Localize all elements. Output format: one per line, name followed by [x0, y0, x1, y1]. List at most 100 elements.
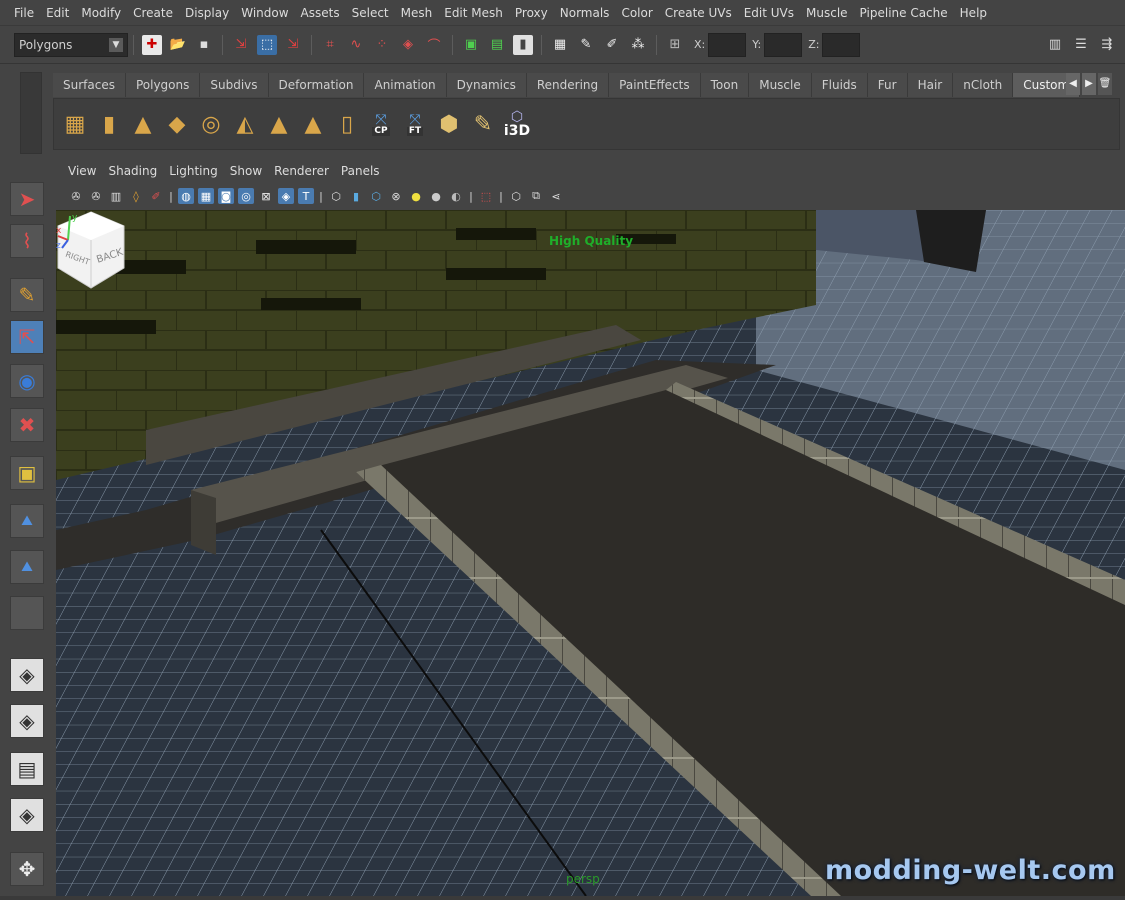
soft-mod-tool-icon[interactable]: ⯅: [10, 504, 44, 538]
outliner-layout-icon[interactable]: ▤: [10, 752, 44, 786]
menu-file[interactable]: File: [8, 6, 40, 20]
menu-create[interactable]: Create: [127, 6, 179, 20]
tool-settings-icon[interactable]: ☰: [1071, 35, 1091, 55]
select-hierarchy-icon[interactable]: ⇲: [231, 35, 251, 55]
menu-edit-mesh[interactable]: Edit Mesh: [438, 6, 509, 20]
poly-prism-icon[interactable]: ◭: [230, 109, 260, 139]
save-scene-icon[interactable]: ▪: [194, 35, 214, 55]
snap-view-icon[interactable]: ◈: [398, 35, 418, 55]
image-plane-icon[interactable]: ▥: [108, 188, 124, 204]
motion-blur-icon[interactable]: ◐: [448, 188, 464, 204]
shelf-tab-polygons[interactable]: Polygons: [125, 73, 201, 97]
camera-attributes-icon[interactable]: ✇: [68, 188, 84, 204]
snap-live-icon[interactable]: ⌒: [424, 35, 444, 55]
select-object-icon[interactable]: ⬚: [257, 34, 277, 55]
menu-edit-uvs[interactable]: Edit UVs: [738, 6, 800, 20]
four-view-layout-icon[interactable]: ◈: [10, 704, 44, 738]
wireframe-icon[interactable]: ◍: [178, 188, 194, 204]
poly-pipe-icon[interactable]: ▯: [332, 109, 362, 139]
poly-pyramid-2-icon[interactable]: ▲: [298, 109, 328, 139]
panel-menu-view[interactable]: View: [62, 164, 102, 178]
shelf-tab-rendering[interactable]: Rendering: [526, 73, 610, 97]
scale-tool-icon[interactable]: ✖: [10, 408, 44, 442]
poly-cube-icon[interactable]: ▦: [60, 109, 90, 139]
panel-menu-lighting[interactable]: Lighting: [163, 164, 224, 178]
shelf-tab-hair[interactable]: Hair: [907, 73, 954, 97]
high-quality-icon[interactable]: ●: [428, 188, 444, 204]
shelf-tab-fluids[interactable]: Fluids: [811, 73, 868, 97]
shadows-icon[interactable]: ◈: [278, 188, 294, 204]
channel-box-icon[interactable]: ⇶: [1097, 35, 1117, 55]
xray-active-icon[interactable]: ⊗: [388, 188, 404, 204]
menu-assets[interactable]: Assets: [295, 6, 346, 20]
freeze-transform-icon[interactable]: ⤧ FT: [400, 109, 430, 139]
menu-create-uvs[interactable]: Create UVs: [659, 6, 738, 20]
xray-icon[interactable]: ▮: [348, 188, 364, 204]
paint-select-tool-icon[interactable]: ✎: [10, 278, 44, 312]
menu-display[interactable]: Display: [179, 6, 235, 20]
share-icon[interactable]: ⋖: [548, 188, 564, 204]
shelf-tab-painteffects[interactable]: PaintEffects: [609, 73, 701, 97]
menu-color[interactable]: Color: [615, 6, 658, 20]
shelf-tab-dynamics[interactable]: Dynamics: [446, 73, 527, 97]
poly-pyramid-icon[interactable]: ▲: [264, 109, 294, 139]
panel-menu-show[interactable]: Show: [224, 164, 268, 178]
menu-select[interactable]: Select: [346, 6, 395, 20]
construction-history-icon[interactable]: ▮: [513, 34, 533, 55]
screen-space-ao-icon[interactable]: T: [298, 188, 314, 204]
resolution-gate-icon[interactable]: ⬡: [508, 188, 524, 204]
attribute-editor-icon[interactable]: ▥: [1045, 35, 1065, 55]
poly-torus-icon[interactable]: ◎: [196, 109, 226, 139]
uv-editor-icon[interactable]: ⬢: [434, 109, 464, 139]
smooth-shade-icon[interactable]: ▦: [198, 188, 214, 204]
inputs-icon[interactable]: ▤: [487, 35, 507, 55]
isolate-select-icon[interactable]: ⬡: [328, 188, 344, 204]
poly-cone-icon[interactable]: ▲: [128, 109, 158, 139]
panel-menu-renderer[interactable]: Renderer: [268, 164, 335, 178]
history-icon[interactable]: ▣: [461, 35, 481, 55]
panel-menu-shading[interactable]: Shading: [102, 164, 163, 178]
shelf-tab-animation[interactable]: Animation: [364, 73, 447, 97]
manipulator-tool-icon[interactable]: ▣: [10, 456, 44, 490]
z-field[interactable]: [822, 32, 861, 57]
shelf-tab-toon[interactable]: Toon: [700, 73, 750, 97]
render-settings-icon[interactable]: ⁂: [628, 35, 648, 55]
menu-normals[interactable]: Normals: [554, 6, 616, 20]
2d-pan-zoom-icon[interactable]: ◊: [128, 188, 144, 204]
scroll-right-icon[interactable]: ▶: [1082, 73, 1096, 95]
x-field[interactable]: [708, 32, 747, 57]
shelf-tab-ncloth[interactable]: nCloth: [953, 73, 1014, 97]
render-frame-icon[interactable]: ✎: [576, 35, 596, 55]
ipr-render-icon[interactable]: ✐: [602, 35, 622, 55]
shelf-tab-surfaces[interactable]: Surfaces: [53, 73, 126, 97]
perspective-viewport[interactable]: High Quality RIGHT BACK y x z persp modd…: [56, 210, 1125, 896]
snap-grid-icon[interactable]: ⌗: [320, 35, 340, 55]
render-view-icon[interactable]: ▦: [550, 35, 570, 55]
menu-set-dropdown[interactable]: Polygons ▼: [14, 32, 128, 57]
menu-modify[interactable]: Modify: [75, 6, 127, 20]
scroll-left-icon[interactable]: ◀: [1066, 73, 1080, 95]
center-pivot-icon[interactable]: ⤧ CP: [366, 109, 396, 139]
textured-icon[interactable]: ◎: [238, 188, 254, 204]
highlight-select-icon[interactable]: ⬚: [478, 188, 494, 204]
panel-menu-panels[interactable]: Panels: [335, 164, 386, 178]
poly-cylinder-icon[interactable]: ▮: [94, 109, 124, 139]
shelf-tab-fur[interactable]: Fur: [867, 73, 908, 97]
empty-tool-slot[interactable]: [10, 596, 44, 630]
y-field[interactable]: [764, 32, 803, 57]
chevron-down-icon[interactable]: ▼: [109, 37, 123, 52]
transform-input-icon[interactable]: ⊞: [665, 35, 685, 55]
shelf-tab-deformation[interactable]: Deformation: [268, 73, 365, 97]
poly-plane-icon[interactable]: ◆: [162, 109, 192, 139]
snap-curve-icon[interactable]: ∿: [346, 35, 366, 55]
shelf-tab-muscle[interactable]: Muscle: [749, 73, 812, 97]
last-tool-icon[interactable]: ⯅: [10, 550, 44, 584]
move-tool-icon[interactable]: ⇱: [10, 320, 44, 354]
paint-texture-icon[interactable]: ✎: [468, 109, 498, 139]
use-all-lights-icon[interactable]: ⊠: [258, 188, 274, 204]
lasso-tool-icon[interactable]: ⌇: [10, 224, 44, 258]
select-tool-icon[interactable]: ➤: [10, 182, 44, 216]
menu-muscle[interactable]: Muscle: [800, 6, 854, 20]
wireframe-on-shaded-icon[interactable]: ◙: [218, 188, 234, 204]
new-scene-icon[interactable]: ✚: [142, 34, 162, 55]
